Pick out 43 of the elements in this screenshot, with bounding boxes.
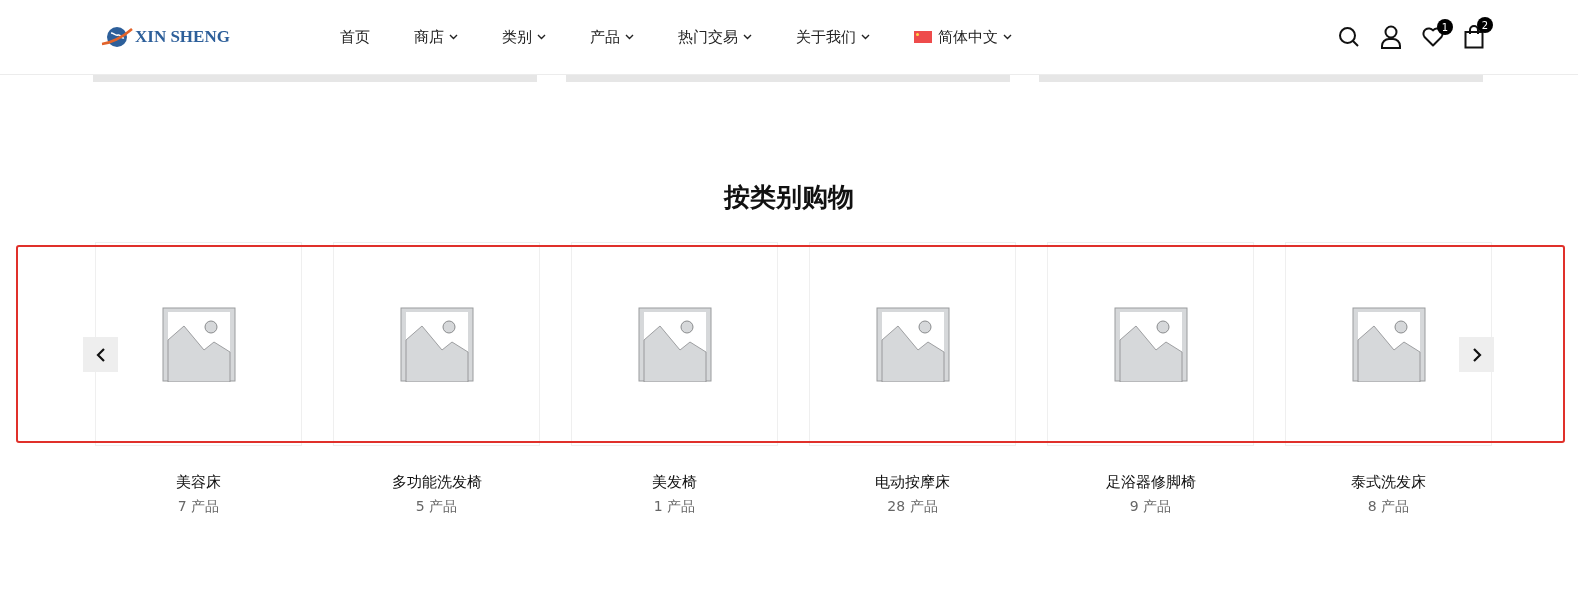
image-placeholder-icon [1351,306,1426,382]
count-badge: 1 [1437,19,1453,35]
count-badge: 2 [1477,17,1493,33]
product-count: 8 产品 [1367,497,1410,516]
category-image[interactable] [333,242,540,446]
category-image[interactable] [1047,242,1254,446]
search-icon[interactable] [1338,26,1360,48]
nav-link[interactable]: 类别 [502,27,546,47]
image-placeholder-icon [1113,306,1188,382]
nav-link[interactable]: 关于我们 [796,27,870,47]
heart-icon[interactable] [1422,27,1444,47]
nav-link[interactable]: 首页 [340,27,370,47]
category-name[interactable]: 美发椅 [652,472,697,492]
category-name[interactable]: 足浴器修脚椅 [1105,472,1196,492]
product-count: 7 产品 [177,497,220,516]
category-name[interactable]: 多功能洗发椅 [391,472,482,492]
previous-button[interactable] [83,337,118,372]
chevron-left-icon [95,347,106,362]
image-placeholder-icon [399,306,474,382]
chevron-right-icon [1471,347,1482,362]
image-placeholder-icon [637,306,712,382]
next-button[interactable] [1459,337,1494,372]
category-image[interactable] [809,242,1016,446]
shopping-bag-icon[interactable] [1464,25,1484,49]
product-count: 1 产品 [653,497,696,516]
nav-link[interactable]: 商店 [414,27,458,47]
product-count: 28 产品 [887,497,938,516]
flag-icon [914,31,932,43]
product-count: 5 产品 [415,497,458,516]
globe-logo-icon [101,25,133,49]
section-title: 按类别购物 [722,181,855,214]
category-name[interactable]: 泰式洗发床 [1351,472,1426,492]
product-count: 9 产品 [1129,497,1172,516]
nav-link[interactable]: 热门交易 [678,27,752,47]
logo-text[interactable]: XIN SHENG [135,27,230,47]
nav-link[interactable]: 产品 [590,27,634,47]
language-selector[interactable]: 简体中文 [914,27,1012,47]
category-image[interactable] [571,242,778,446]
user-icon[interactable] [1380,25,1402,49]
category-name[interactable]: 美容床 [176,472,221,492]
image-placeholder-icon [161,306,236,382]
image-placeholder-icon [875,306,950,382]
category-name[interactable]: 电动按摩床 [875,472,950,492]
